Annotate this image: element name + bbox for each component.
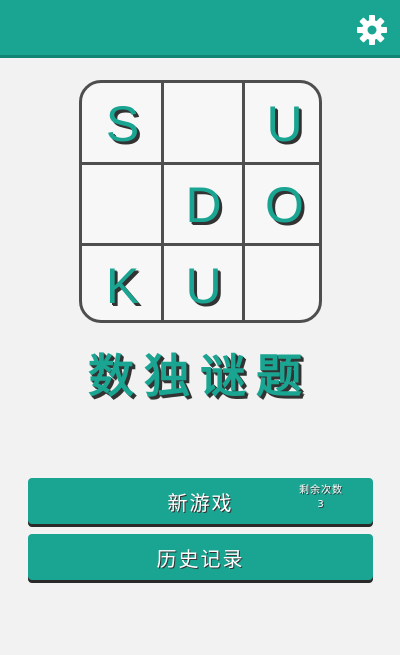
history-button[interactable]: 历史记录 bbox=[28, 534, 373, 580]
top-app-bar bbox=[0, 0, 400, 58]
grid-divider bbox=[242, 83, 245, 320]
logo-cell bbox=[244, 245, 319, 320]
logo-cell bbox=[82, 164, 163, 245]
remaining-plays-count: 3 bbox=[317, 499, 325, 510]
logo-cell: S bbox=[105, 95, 140, 152]
logo-cell: U bbox=[266, 95, 303, 152]
app-title: 数独谜题 bbox=[88, 349, 312, 403]
logo-cell: O bbox=[265, 176, 304, 233]
grid-divider bbox=[82, 162, 319, 165]
grid-divider bbox=[161, 83, 164, 320]
logo-cell: K bbox=[105, 257, 140, 314]
logo-cell bbox=[163, 83, 244, 164]
gear-icon[interactable] bbox=[356, 14, 388, 46]
new-game-label: 新游戏 bbox=[167, 490, 234, 515]
remaining-plays-label: 剩余次数 bbox=[299, 485, 343, 496]
grid-divider bbox=[82, 243, 319, 246]
logo-cell: D bbox=[185, 176, 222, 233]
history-label: 历史记录 bbox=[156, 546, 245, 571]
sudoku-logo-grid: S U D O K U bbox=[79, 80, 322, 323]
logo-cell: U bbox=[185, 257, 222, 314]
remaining-plays: 剩余次数 3 bbox=[299, 484, 343, 512]
new-game-button[interactable]: 新游戏 剩余次数 3 bbox=[28, 478, 373, 524]
